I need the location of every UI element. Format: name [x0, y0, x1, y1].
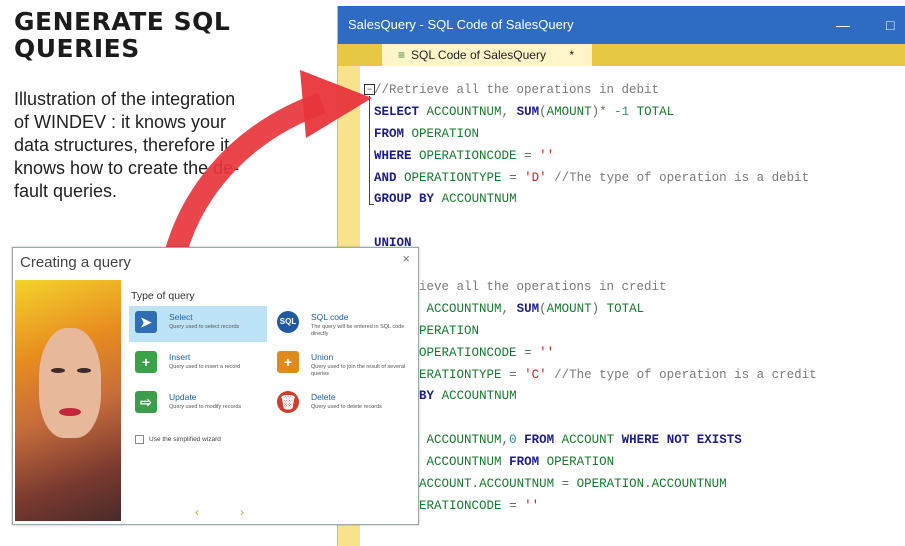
dialog-title: Creating a query	[20, 254, 131, 271]
next-button[interactable]: ›	[228, 504, 256, 520]
dialog-close-button[interactable]: ×	[402, 244, 410, 274]
option-label: Update	[169, 392, 197, 402]
query-type-option-insert[interactable]: + Insert Query used to insert a record	[129, 346, 267, 382]
query-type-option-delete[interactable]: 🗑 Delete Query used to delete records	[271, 386, 409, 422]
section-label: Type of query	[131, 290, 195, 302]
query-type-option-union[interactable]: + Union Query used to join the result of s…	[271, 346, 409, 382]
query-type-option-select[interactable]: ➤ Select Query used to select records	[129, 306, 267, 342]
wizard-photo	[15, 280, 121, 521]
option-description: Query used to join the result of several…	[311, 364, 406, 377]
option-description: Query used to modify records	[169, 404, 242, 410]
checkbox-label: Use the simplified wizard	[149, 436, 221, 444]
option-label: Select	[169, 312, 193, 322]
option-description: The query will be entered in SQL code di…	[311, 324, 405, 337]
option-description: Query used to insert a record	[169, 364, 241, 370]
previous-button[interactable]: ‹	[183, 504, 211, 520]
option-description: Query used to select records	[169, 324, 240, 330]
update-icon: ⇨	[135, 391, 157, 413]
sql-icon: SQL	[277, 311, 299, 333]
checkbox-icon	[135, 435, 144, 444]
option-label: Insert	[169, 352, 191, 362]
plus-icon: +	[135, 351, 157, 373]
option-label: SQL code	[311, 312, 349, 322]
query-type-option-update[interactable]: ⇨ Update Query used to modify records	[129, 386, 267, 422]
option-label: Union	[311, 352, 334, 362]
trash-icon: 🗑	[277, 391, 299, 413]
union-icon: +	[277, 351, 299, 373]
creating-query-dialog: Creating a query × Type of query ➤ Select…	[12, 247, 419, 525]
option-label: Delete	[311, 392, 336, 402]
dialog-title-bar: Creating a query ×	[13, 248, 418, 278]
query-type-option-sql-code[interactable]: SQL SQL code The query will be entered in …	[271, 306, 409, 342]
cursor-icon: ➤	[135, 311, 157, 333]
option-description: Query used to delete records	[311, 404, 382, 410]
simplified-wizard-checkbox[interactable]: Use the simplified wizard	[135, 435, 221, 444]
